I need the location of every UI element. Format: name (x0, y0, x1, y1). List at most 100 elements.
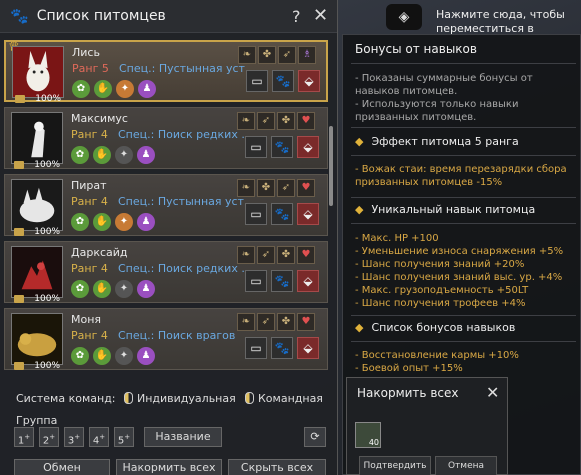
feed-pet-button[interactable]: ▭ (245, 203, 267, 225)
skill-icon[interactable]: ❧ (237, 313, 255, 331)
talent-icon[interactable]: ♟ (137, 280, 155, 298)
skill-icon[interactable]: ✤ (277, 112, 295, 130)
pet-action-button[interactable]: 🐾 (271, 270, 293, 292)
skill-icon[interactable]: ❧ (237, 246, 255, 264)
feed-pet-button[interactable]: ▭ (245, 136, 267, 158)
skill-icon[interactable]: ❧ (237, 112, 255, 130)
pet-action-button[interactable]: 🐾 (271, 203, 293, 225)
skill-icon[interactable]: ♥ (297, 179, 315, 197)
seal-pet-button[interactable]: ⬙ (297, 203, 319, 225)
skill-icon[interactable]: ❧ (237, 179, 255, 197)
food-icon (14, 161, 24, 169)
skill-icon[interactable]: ♥ (297, 112, 315, 130)
paw-icon: 🐾 (10, 7, 29, 25)
talent-icon[interactable]: ♟ (138, 80, 156, 98)
group-button-5[interactable]: 5+ (114, 427, 134, 447)
skill-icon[interactable]: ✤ (257, 179, 275, 197)
hint-text[interactable]: Нажмите сюда, чтобы переместиться в (436, 8, 581, 36)
group-button-3[interactable]: 3+ (64, 427, 84, 447)
confirm-button[interactable]: Подтвердить (359, 456, 431, 475)
talent-icon[interactable]: ✦ (116, 80, 134, 98)
unique-bonus-line: - Макс. грузоподъемность +50LT (355, 285, 529, 296)
pet-card-maximus[interactable]: 100% Максимус Ранг 4 Спец.: Поиск редких… (4, 107, 328, 170)
unique-bonus-line: - Шанс получения трофеев +4% (355, 298, 526, 309)
group-button-4[interactable]: 4+ (89, 427, 109, 447)
talent-icon[interactable]: ✿ (71, 280, 89, 298)
skill-icon[interactable]: ✤ (277, 246, 295, 264)
talent-icon[interactable]: ✦ (115, 146, 133, 164)
skill-icon[interactable]: ➶ (257, 313, 275, 331)
group-label: Группа (16, 414, 58, 427)
hide-all-button[interactable]: Скрыть всех (228, 459, 326, 475)
window-titlebar[interactable]: 🐾 Список питомцев ? ✕ (0, 0, 337, 33)
talent-icon[interactable]: ✋ (93, 347, 111, 365)
talent-icon[interactable]: ✋ (93, 146, 111, 164)
skill-icon[interactable]: ♥ (297, 246, 315, 264)
help-button[interactable]: ? (292, 7, 301, 26)
diamond-icon: ◆ (355, 203, 364, 216)
skill-icon[interactable]: ➶ (278, 46, 296, 64)
team-command-option[interactable]: Командная (245, 392, 323, 405)
pet-name: Моня (71, 313, 102, 326)
talent-icon[interactable]: ✿ (72, 80, 90, 98)
hunger-meter: 100% (12, 94, 64, 104)
skill-icon[interactable]: ➶ (257, 246, 275, 264)
feed-all-button[interactable]: Накормить всех (116, 459, 222, 475)
pet-card-darkside[interactable]: 100% Дарксайд Ранг 4 Спец.: Поиск редких… (4, 241, 328, 304)
refresh-icon[interactable]: ⟳ (304, 427, 326, 447)
talent-icon[interactable]: ✋ (93, 280, 111, 298)
talent-icon[interactable]: ✿ (71, 146, 89, 164)
pet-rank: Ранг 4 (71, 262, 108, 275)
talent-icon[interactable]: ♟ (137, 347, 155, 365)
pet-action-button[interactable]: 🐾 (271, 136, 293, 158)
name-button[interactable]: Название (144, 427, 222, 447)
divider (351, 341, 576, 342)
pet-rank: Ранг 5 (72, 62, 109, 75)
skill-icon[interactable]: ➶ (277, 179, 295, 197)
exchange-button[interactable]: Обмен (14, 459, 110, 475)
divider (351, 155, 576, 156)
cancel-button[interactable]: Отмена (435, 456, 497, 475)
seal-pet-button[interactable]: ⬙ (298, 70, 320, 92)
feed-pet-button[interactable]: ▭ (246, 70, 268, 92)
pet-list-scrollbar[interactable] (329, 126, 333, 206)
talent-icon[interactable]: ✦ (115, 347, 133, 365)
skill-bonus-line: - Боевой опыт +15% (355, 363, 463, 374)
pet-name: Дарксайд (71, 246, 128, 259)
pet-card-pirat[interactable]: 100% Пират Ранг 4 Спец.: Пустынная уст..… (4, 174, 328, 237)
skill-icon[interactable]: ❧ (238, 46, 256, 64)
feed-dialog-title: Накормить всех (357, 386, 459, 400)
skill-icon[interactable]: ♗ (298, 46, 316, 64)
feed-pet-button[interactable]: ▭ (245, 270, 267, 292)
seal-pet-button[interactable]: ⬙ (297, 337, 319, 359)
talent-icon[interactable]: ✿ (71, 213, 89, 231)
skill-icon[interactable]: ✤ (258, 46, 276, 64)
talent-icon[interactable]: ✦ (115, 213, 133, 231)
talent-icon[interactable]: ✦ (115, 280, 133, 298)
talent-icon[interactable]: ✋ (94, 80, 112, 98)
pet-food-item-icon[interactable]: 40 (355, 422, 381, 448)
group-button-1[interactable]: 1+ (14, 427, 34, 447)
minimap-hint-icon[interactable]: ◈ (386, 4, 422, 30)
close-button[interactable]: ✕ (313, 5, 328, 26)
talent-icon[interactable]: ♟ (137, 146, 155, 164)
group-button-2[interactable]: 2+ (39, 427, 59, 447)
talent-icon[interactable]: ♟ (137, 213, 155, 231)
talent-icon[interactable]: ✿ (71, 347, 89, 365)
pet-action-button[interactable]: 🐾 (272, 70, 294, 92)
skill-icon[interactable]: ✤ (277, 313, 295, 331)
seal-pet-button[interactable]: ⬙ (297, 136, 319, 158)
pet-card-monya[interactable]: 100% Моня Ранг 4 Спец.: Поиск врагов ✿ ✋… (4, 308, 328, 371)
talent-icon[interactable]: ✋ (93, 213, 111, 231)
seal-pet-button[interactable]: ⬙ (297, 270, 319, 292)
individual-command-option[interactable]: Индивидуальная (124, 392, 236, 405)
skill-icon[interactable]: ➶ (257, 112, 275, 130)
unique-bonus-line: - Макс. HP +100 (355, 233, 439, 244)
unique-bonus-line: - Шанс получения знаний выс. ур. +4% (355, 272, 563, 283)
skill-icon[interactable]: ♥ (297, 313, 315, 331)
feed-pet-button[interactable]: ▭ (245, 337, 267, 359)
close-icon[interactable]: ✕ (486, 383, 499, 402)
pet-card-lis[interactable]: ♛ 100% Лись Ранг 5 Спец.: Пустынная уст.… (4, 40, 328, 104)
pet-action-button[interactable]: 🐾 (271, 337, 293, 359)
rank5-section-title: ◆ Эффект питомца 5 ранга (355, 135, 519, 148)
